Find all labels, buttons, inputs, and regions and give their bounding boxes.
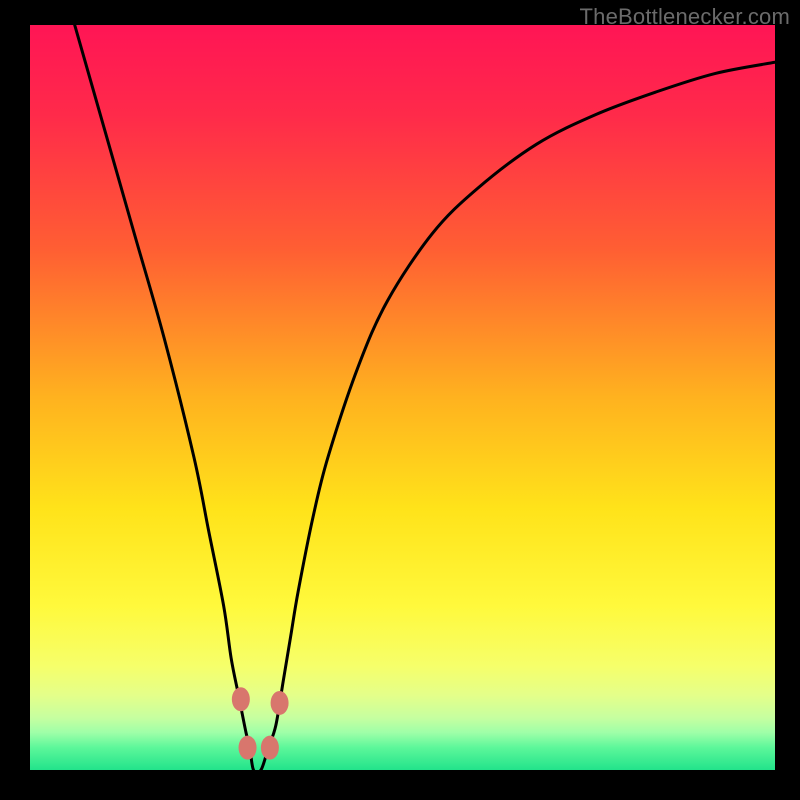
gradient-background — [30, 25, 775, 770]
marker-dot-right-upper — [271, 691, 289, 715]
chart-frame: TheBottlenecker.com — [0, 0, 800, 800]
plot-area — [30, 25, 775, 770]
marker-dot-left-lower — [239, 736, 257, 760]
bottleneck-chart — [30, 25, 775, 770]
marker-dot-left-upper — [232, 687, 250, 711]
marker-dot-right-lower — [261, 736, 279, 760]
